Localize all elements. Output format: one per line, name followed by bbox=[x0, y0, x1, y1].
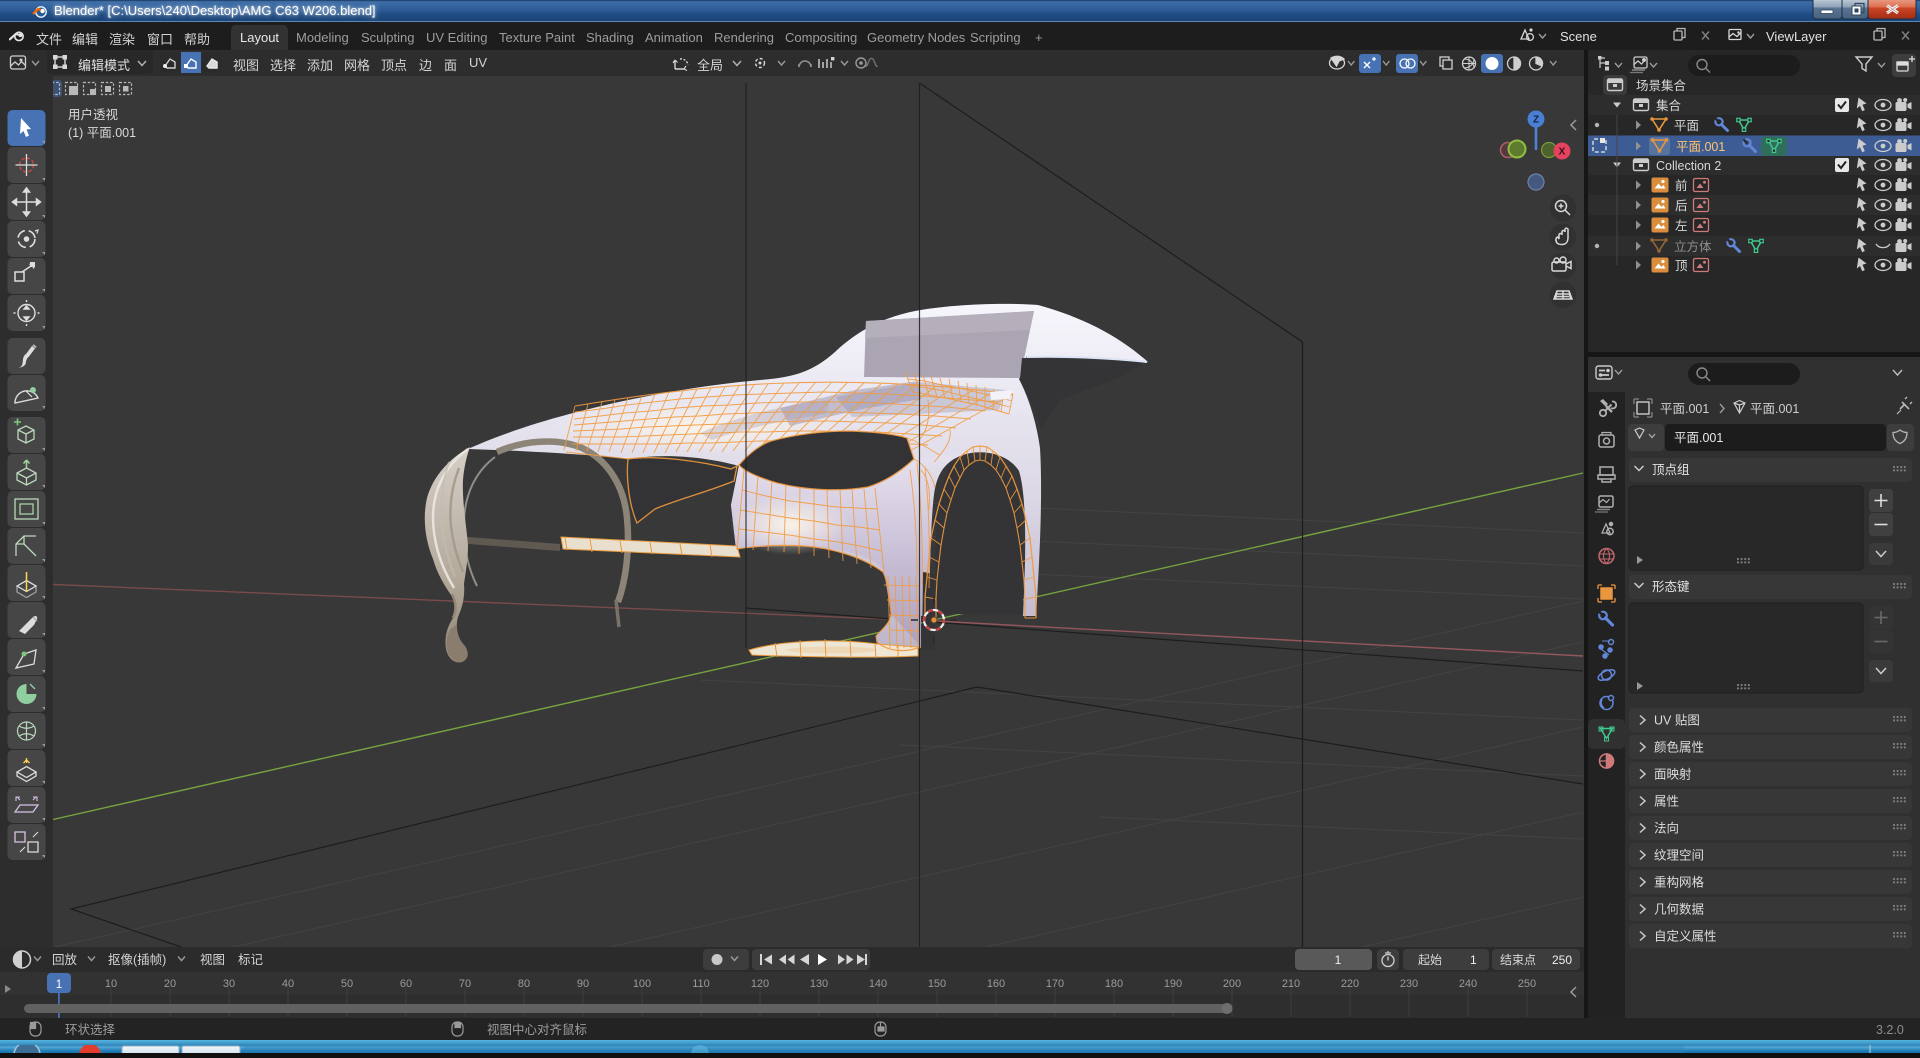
svg-text:立方体: 立方体 bbox=[1674, 239, 1712, 254]
svg-text:标记: 标记 bbox=[238, 953, 264, 967]
svg-text:环状选择: 环状选择 bbox=[65, 1023, 116, 1037]
svg-text:几何数据: 几何数据 bbox=[1654, 902, 1704, 917]
svg-text:180: 180 bbox=[1105, 978, 1123, 990]
svg-text:220: 220 bbox=[1341, 978, 1359, 990]
svg-text:100: 100 bbox=[633, 978, 651, 990]
svg-text:Z: Z bbox=[1533, 115, 1539, 126]
svg-text:110: 110 bbox=[692, 978, 710, 990]
svg-text:70: 70 bbox=[459, 978, 471, 990]
svg-text:10: 10 bbox=[105, 978, 117, 990]
svg-text:回放: 回放 bbox=[52, 952, 78, 967]
svg-text:250: 250 bbox=[1552, 953, 1572, 967]
svg-text:用户透视: 用户透视 bbox=[68, 107, 119, 122]
svg-text:140: 140 bbox=[869, 978, 887, 990]
svg-text:250: 250 bbox=[1518, 978, 1536, 990]
svg-text:属性: 属性 bbox=[1654, 795, 1679, 809]
svg-text:X: X bbox=[1559, 147, 1566, 158]
svg-text:起始: 起始 bbox=[1418, 953, 1442, 967]
svg-text:抠像(插帧): 抠像(插帧) bbox=[108, 953, 166, 967]
svg-text:230: 230 bbox=[1400, 978, 1418, 990]
svg-text:90: 90 bbox=[577, 978, 589, 990]
svg-text:1: 1 bbox=[56, 979, 62, 991]
svg-text:法向: 法向 bbox=[1654, 821, 1679, 836]
svg-text:UV 贴图: UV 贴图 bbox=[1654, 714, 1700, 728]
svg-text:40: 40 bbox=[282, 978, 294, 990]
svg-text:190: 190 bbox=[1164, 978, 1182, 990]
svg-text:视图: 视图 bbox=[200, 952, 225, 967]
svg-text:210: 210 bbox=[1282, 978, 1300, 990]
svg-text:Collection 2: Collection 2 bbox=[1656, 159, 1721, 173]
svg-text:80: 80 bbox=[518, 978, 530, 990]
svg-text:170: 170 bbox=[1046, 978, 1064, 990]
svg-text:50: 50 bbox=[341, 978, 353, 990]
svg-text:后: 后 bbox=[1675, 199, 1688, 213]
svg-text:60: 60 bbox=[400, 978, 412, 990]
svg-text:200: 200 bbox=[1223, 978, 1241, 990]
svg-text:1: 1 bbox=[1335, 953, 1342, 967]
svg-text:集合: 集合 bbox=[1656, 98, 1682, 113]
svg-text:(1) 平面.001: (1) 平面.001 bbox=[68, 126, 136, 140]
svg-text:形态键: 形态键 bbox=[1652, 580, 1690, 594]
svg-text:平面.001: 平面.001 bbox=[1660, 402, 1709, 416]
svg-text:面映射: 面映射 bbox=[1654, 767, 1692, 782]
svg-text:1: 1 bbox=[1470, 953, 1477, 967]
svg-text:顶点组: 顶点组 bbox=[1652, 463, 1690, 477]
svg-text:平面.001: 平面.001 bbox=[1676, 140, 1725, 154]
svg-text:颜色属性: 颜色属性 bbox=[1654, 740, 1704, 755]
svg-text:顶: 顶 bbox=[1675, 259, 1688, 273]
svg-text:160: 160 bbox=[987, 978, 1005, 990]
svg-text:240: 240 bbox=[1459, 978, 1477, 990]
svg-text:前: 前 bbox=[1675, 178, 1688, 193]
svg-text:结束点: 结束点 bbox=[1500, 953, 1536, 967]
svg-text:20: 20 bbox=[164, 978, 176, 990]
svg-text:120: 120 bbox=[751, 978, 769, 990]
svg-text:150: 150 bbox=[928, 978, 946, 990]
svg-text:平面.001: 平面.001 bbox=[1750, 402, 1799, 416]
svg-text:平面: 平面 bbox=[1674, 119, 1699, 133]
svg-text:平面.001: 平面.001 bbox=[1674, 431, 1723, 445]
svg-text:左: 左 bbox=[1675, 218, 1688, 233]
svg-text:30: 30 bbox=[223, 978, 235, 990]
svg-text:3.2.0: 3.2.0 bbox=[1876, 1023, 1904, 1037]
svg-text:自定义属性: 自定义属性 bbox=[1654, 929, 1717, 944]
svg-text:纹理空间: 纹理空间 bbox=[1654, 849, 1704, 863]
svg-text:重构网格: 重构网格 bbox=[1654, 875, 1705, 890]
svg-text:视图中心对齐鼠标: 视图中心对齐鼠标 bbox=[487, 1022, 587, 1037]
svg-text:130: 130 bbox=[810, 978, 828, 990]
svg-text:场景集合: 场景集合 bbox=[1636, 78, 1687, 93]
